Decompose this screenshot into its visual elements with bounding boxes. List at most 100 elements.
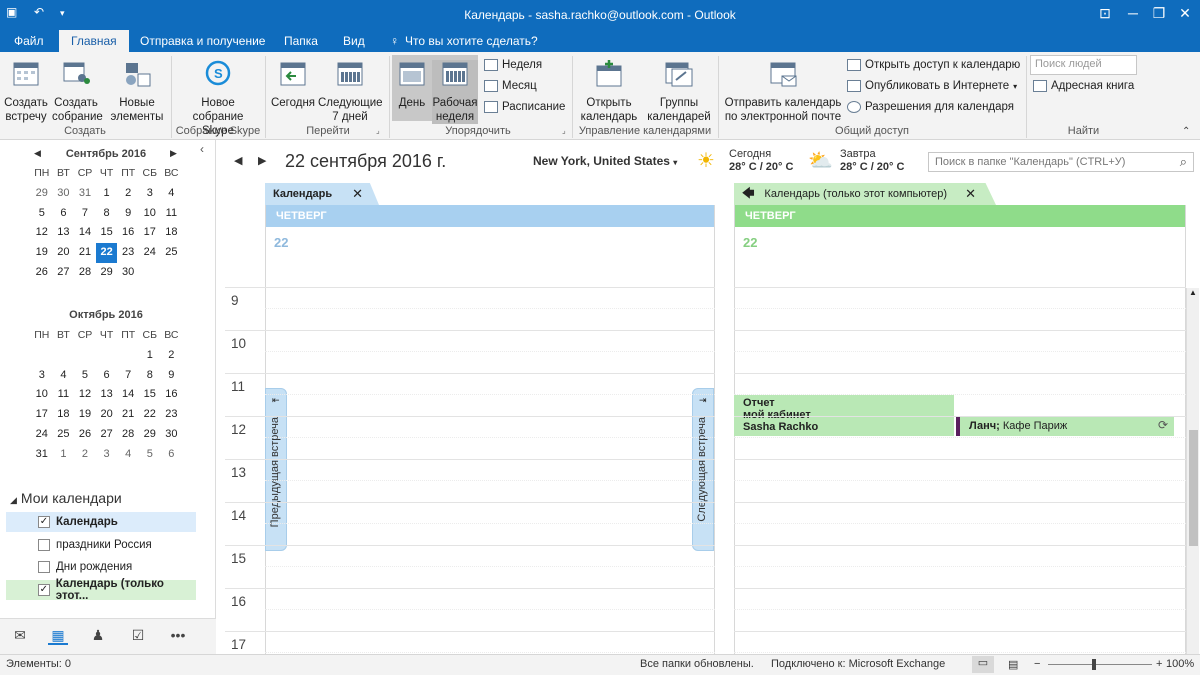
minical-day[interactable]: 22 <box>95 243 118 263</box>
minical-day[interactable]: 4 <box>53 366 75 386</box>
new-appointment-button[interactable]: Создать встречу <box>4 60 48 124</box>
collapse-ribbon-icon[interactable]: ⌃ <box>1182 126 1190 137</box>
tasks-icon[interactable]: ☑ <box>128 627 148 645</box>
minical-day[interactable]: 30 <box>161 425 183 445</box>
tab-view[interactable]: Вид <box>343 34 365 48</box>
minical-day[interactable]: 29 <box>96 263 118 283</box>
email-calendar-button[interactable]: Отправить календарь по электронной почте <box>722 60 844 124</box>
zoom-level[interactable]: 100% <box>1166 658 1194 670</box>
minical-day[interactable]: 14 <box>117 385 139 405</box>
publish-online-button[interactable]: Опубликовать в Интернете ▾ <box>847 80 1017 92</box>
tab-send-receive[interactable]: Отправка и получение <box>140 34 265 48</box>
minical-day[interactable]: 23 <box>161 405 183 425</box>
reading-view-icon[interactable]: ▤ <box>1008 658 1018 671</box>
more-icon[interactable]: ••• <box>166 627 190 645</box>
minical-day[interactable]: 16 <box>161 385 183 405</box>
minical-day[interactable]: 30 <box>53 184 75 204</box>
minical-day[interactable]: 31 <box>31 445 53 465</box>
new-items-button[interactable]: Новые элементы <box>110 60 164 124</box>
minical-day[interactable]: 8 <box>96 204 118 224</box>
minical-day[interactable]: 15 <box>139 385 161 405</box>
search-people-input[interactable]: Поиск людей <box>1030 55 1137 75</box>
ribbon-display-icon[interactable]: ⊡ <box>1092 3 1118 25</box>
calendar-item-birthdays[interactable]: Дни рождения <box>6 557 196 577</box>
people-icon[interactable]: ♟ <box>88 627 108 645</box>
next-7-days-button[interactable]: Следующие 7 дней <box>318 60 383 124</box>
minical-day[interactable]: 20 <box>96 405 118 425</box>
minical-day[interactable]: 28 <box>74 263 96 283</box>
tab-home[interactable]: Главная <box>59 30 129 52</box>
overlay-arrow-icon[interactable]: 🡄 <box>742 184 754 205</box>
minical-day[interactable]: 6 <box>161 445 183 465</box>
minical-day[interactable]: 9 <box>117 204 139 224</box>
previous-appointment-button[interactable]: ⇤ Предыдущая встреча <box>265 388 287 551</box>
calendar-item-local[interactable]: ✓ Календарь (только этот... <box>6 578 196 602</box>
close-tab-icon[interactable]: ✕ <box>352 186 363 202</box>
minical-day[interactable]: 3 <box>96 445 118 465</box>
minical-day[interactable]: 26 <box>74 425 96 445</box>
minical-day[interactable]: 1 <box>139 346 161 366</box>
minical-day[interactable]: 19 <box>74 405 96 425</box>
minical-day[interactable]: 25 <box>161 243 183 263</box>
minical-day[interactable]: 18 <box>161 223 183 243</box>
minical-day[interactable]: 21 <box>74 243 96 263</box>
minical-day[interactable]: 29 <box>139 425 161 445</box>
event-lunch[interactable]: Ланч; Кафе Париж ⟳ <box>956 416 1174 436</box>
pane-tab-calendar[interactable]: Календарь ✕ <box>265 183 379 205</box>
minical-day[interactable]: 7 <box>74 204 96 224</box>
minical-day[interactable]: 23 <box>117 243 139 263</box>
zoom-out-icon[interactable]: − <box>1034 658 1040 670</box>
minical-day[interactable]: 27 <box>96 425 118 445</box>
minical-day[interactable]: 19 <box>31 243 53 263</box>
collapse-pane-icon[interactable]: ‹ <box>200 142 204 156</box>
minical-day[interactable]: 27 <box>53 263 75 283</box>
zoom-in-icon[interactable]: + <box>1156 658 1162 670</box>
normal-view-icon[interactable]: ▭ <box>972 656 994 673</box>
minical-day[interactable]: 17 <box>31 405 53 425</box>
minical-day[interactable]: 17 <box>139 223 161 243</box>
work-week-view-button[interactable]: Рабочая неделя <box>432 60 478 124</box>
minical-day[interactable]: 1 <box>96 184 118 204</box>
minical-day[interactable]: 12 <box>74 385 96 405</box>
search-icon[interactable]: ⌕ <box>1180 154 1187 170</box>
scroll-up-icon[interactable]: ▲ <box>1189 288 1197 297</box>
open-calendar-button[interactable]: Открыть календарь <box>578 60 640 124</box>
month-view-button[interactable]: Месяц <box>484 80 537 92</box>
dialog-launcher-icon[interactable]: ⌟ <box>562 126 566 135</box>
calendar-icon[interactable]: ▦ <box>48 627 68 645</box>
minical-day[interactable]: 6 <box>96 366 118 386</box>
minical-day[interactable]: 5 <box>139 445 161 465</box>
minical-day[interactable]: 29 <box>31 184 53 204</box>
pane-tab-local-calendar[interactable]: 🡄 Календарь (только этот компьютер) ✕ <box>734 183 996 205</box>
tell-me-box[interactable]: Что вы хотите сделать? <box>405 34 538 48</box>
minical-day[interactable]: 6 <box>53 204 75 224</box>
zoom-slider-thumb[interactable] <box>1092 659 1096 670</box>
share-calendar-button[interactable]: Открыть доступ к календарю <box>847 59 1020 71</box>
minical-day[interactable]: 12 <box>31 223 53 243</box>
minical-day[interactable]: 5 <box>31 204 53 224</box>
calendar-search-input[interactable]: Поиск в папке "Календарь" (CTRL+У) ⌕ <box>928 152 1194 172</box>
minical-day[interactable]: 31 <box>74 184 96 204</box>
minical-day[interactable]: 24 <box>31 425 53 445</box>
minimize-button[interactable]: ─ <box>1120 3 1146 25</box>
minical-day[interactable]: 16 <box>117 223 139 243</box>
minical-day[interactable]: 15 <box>96 223 118 243</box>
checkbox[interactable] <box>38 539 50 551</box>
weather-location[interactable]: New York, United States ▾ <box>533 154 677 168</box>
my-calendars-header[interactable]: ◢ Мои календари <box>10 490 122 506</box>
minical-day[interactable]: 5 <box>74 366 96 386</box>
minical-day[interactable]: 22 <box>139 405 161 425</box>
minical-day[interactable]: 10 <box>139 204 161 224</box>
minical-day[interactable]: 3 <box>139 184 161 204</box>
minical-day[interactable]: 10 <box>31 385 53 405</box>
schedule-view-button[interactable]: Расписание <box>484 101 565 113</box>
minical-day[interactable]: 21 <box>117 405 139 425</box>
calendar-item-holidays[interactable]: праздники Россия <box>6 535 196 555</box>
minical-day[interactable]: 14 <box>74 223 96 243</box>
checkbox[interactable] <box>38 561 50 573</box>
minical-day[interactable]: 13 <box>53 223 75 243</box>
minical-day[interactable]: 9 <box>161 366 183 386</box>
zoom-slider[interactable] <box>1048 664 1152 665</box>
calendar-groups-button[interactable]: Группы календарей <box>646 60 712 124</box>
new-meeting-button[interactable]: Создать собрание <box>52 60 103 124</box>
